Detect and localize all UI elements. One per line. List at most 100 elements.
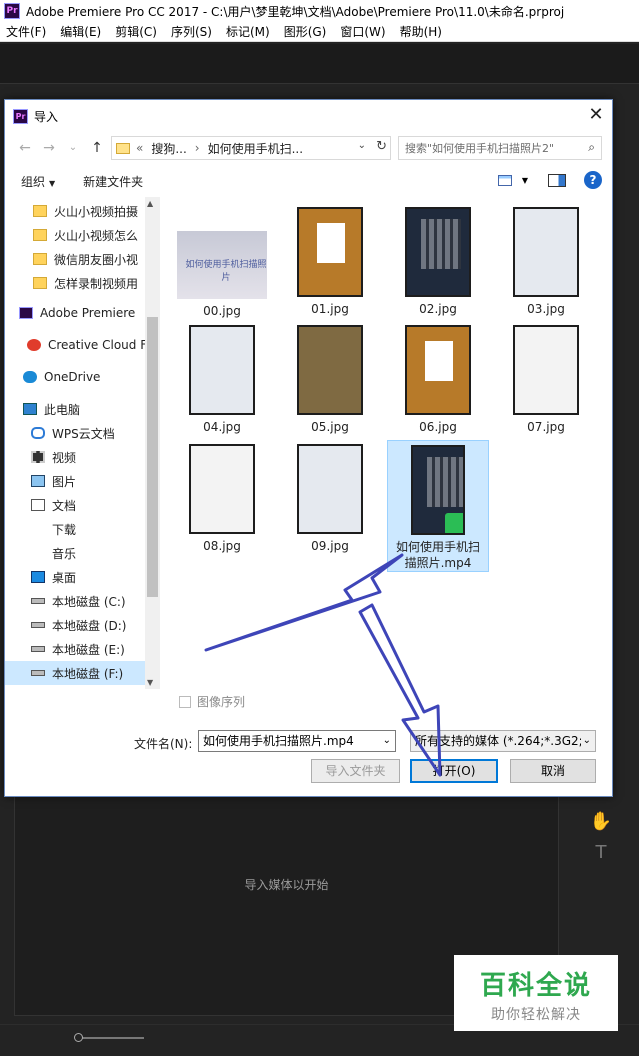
forward-arrow-icon[interactable]: → bbox=[37, 136, 61, 160]
image-sequence-option: 图像序列 bbox=[179, 693, 245, 710]
file-name: 08.jpg bbox=[203, 539, 241, 553]
file-item[interactable]: 如何使用手机扫描照片.mp4 bbox=[387, 440, 489, 572]
pictures-folder-icon bbox=[31, 475, 45, 487]
sidebar-item[interactable]: 音乐 bbox=[5, 541, 145, 565]
back-arrow-icon[interactable]: ← bbox=[13, 136, 37, 160]
file-item[interactable]: 01.jpg bbox=[279, 207, 381, 317]
zoom-slider-track[interactable] bbox=[76, 1037, 144, 1039]
premiere-icon bbox=[19, 307, 33, 319]
caret-down-icon: ▼ bbox=[49, 178, 56, 188]
sidebar-item[interactable]: Creative Cloud F bbox=[5, 333, 145, 357]
drive-icon bbox=[31, 622, 45, 628]
menu-clip[interactable]: 剪辑(C) bbox=[115, 23, 157, 40]
filetype-select[interactable]: 所有支持的媒体 (*.264;*.3G2;* ⌄ bbox=[410, 730, 596, 752]
dialog-toolbar: 组织 ▼ 新建文件夹 ▼ ? bbox=[5, 167, 612, 195]
sidebar-item-label: 图片 bbox=[52, 474, 77, 489]
file-item[interactable]: 07.jpg bbox=[495, 325, 597, 435]
sidebar-item[interactable]: 怎样录制视频用 bbox=[5, 271, 145, 295]
sidebar-item-label: OneDrive bbox=[44, 370, 101, 384]
file-grid: 如何使用手机扫描照片 00.jpg 01.jpg 02.jpg 03.jpg 04.jpg… bbox=[161, 197, 612, 689]
file-item[interactable]: 06.jpg bbox=[387, 325, 489, 435]
search-placeholder: 搜索"如何使用手机扫描照片2" bbox=[405, 142, 555, 155]
file-name: 03.jpg bbox=[527, 302, 565, 316]
sidebar-item-label: 下载 bbox=[52, 522, 77, 537]
sidebar-item[interactable]: 本地磁盘 (C:) bbox=[5, 589, 145, 613]
sidebar-item[interactable]: 文档 bbox=[5, 493, 145, 517]
file-thumbnail bbox=[297, 207, 363, 297]
file-item[interactable]: 08.jpg bbox=[171, 444, 273, 554]
menu-window[interactable]: 窗口(W) bbox=[340, 23, 385, 40]
sidebar-item-label: 怎样录制视频用 bbox=[54, 276, 139, 291]
sidebar-item[interactable]: 视频 bbox=[5, 445, 145, 469]
navigation-scrollbar[interactable]: ▲ ▼ bbox=[145, 197, 160, 689]
organize-button[interactable]: 组织 ▼ bbox=[21, 173, 55, 190]
caret-down-icon[interactable]: ▼ bbox=[522, 176, 528, 185]
up-arrow-icon[interactable]: ↑ bbox=[85, 136, 109, 160]
menu-file[interactable]: 文件(F) bbox=[6, 23, 46, 40]
menu-sequence[interactable]: 序列(S) bbox=[171, 23, 212, 40]
menu-graphics[interactable]: 图形(G) bbox=[284, 23, 327, 40]
new-folder-button[interactable]: 新建文件夹 bbox=[83, 173, 143, 190]
menu-help[interactable]: 帮助(H) bbox=[400, 23, 442, 40]
scroll-down-icon[interactable]: ▼ bbox=[147, 678, 153, 687]
search-icon[interactable]: ⌕ bbox=[588, 140, 595, 155]
search-input[interactable]: 搜索"如何使用手机扫描照片2" ⌕ bbox=[398, 136, 602, 160]
sidebar-item[interactable]: OneDrive bbox=[5, 365, 145, 389]
sidebar-item[interactable]: 桌面 bbox=[5, 565, 145, 589]
documents-folder-icon bbox=[31, 499, 45, 511]
sidebar-item[interactable]: 微信朋友圈小视 bbox=[5, 247, 145, 271]
navigation-pane: 火山小视频拍摄 火山小视频怎么微信朋友圈小视 怎样录制视频用 Adobe Premie… bbox=[5, 197, 159, 689]
navigation-bar: ← → ⌄ ↑ « 搜狗... › 如何使用手机扫... ⌄ ↻ 搜索"如何使用… bbox=[5, 133, 612, 163]
filename-field[interactable]: 如何使用手机扫描照片.mp4 ⌄ bbox=[198, 730, 396, 752]
watermark: 百科全说 助你轻松解决 bbox=[454, 955, 618, 1031]
file-item[interactable]: 05.jpg bbox=[279, 325, 381, 435]
watermark-subtitle: 助你轻松解决 bbox=[491, 1007, 581, 1023]
refresh-icon[interactable]: ↻ bbox=[376, 139, 387, 154]
filename-value: 如何使用手机扫描照片.mp4 bbox=[203, 734, 354, 748]
sidebar-item[interactable]: WPS云文档 bbox=[5, 421, 145, 445]
sidebar-item[interactable]: 下载 bbox=[5, 517, 145, 541]
drive-icon bbox=[31, 598, 45, 604]
sidebar-item[interactable]: 图片 bbox=[5, 469, 145, 493]
hand-tool-icon[interactable]: ✋ bbox=[586, 811, 616, 832]
change-view-icon[interactable] bbox=[497, 174, 512, 186]
chevron-down-icon[interactable]: ⌄ bbox=[61, 136, 85, 160]
sidebar-item[interactable]: 本地磁盘 (F:) bbox=[5, 661, 145, 685]
menu-edit[interactable]: 编辑(E) bbox=[60, 23, 101, 40]
breadcrumb-separator[interactable]: › bbox=[195, 141, 200, 155]
zoom-slider-handle[interactable] bbox=[74, 1033, 83, 1042]
sidebar-item[interactable]: Adobe Premiere bbox=[5, 301, 145, 325]
open-button[interactable]: 打开(O) bbox=[410, 759, 498, 783]
scrollbar-thumb[interactable] bbox=[147, 317, 158, 597]
address-bar[interactable]: « 搜狗... › 如何使用手机扫... ⌄ ↻ bbox=[111, 136, 391, 160]
help-icon[interactable]: ? bbox=[584, 171, 602, 189]
address-overflow[interactable]: « bbox=[136, 141, 143, 155]
chevron-down-icon[interactable]: ⌄ bbox=[383, 731, 391, 751]
file-item[interactable]: 02.jpg bbox=[387, 207, 489, 317]
scroll-up-icon[interactable]: ▲ bbox=[147, 199, 153, 208]
cancel-button[interactable]: 取消 bbox=[510, 759, 596, 783]
sidebar-item[interactable]: 本地磁盘 (D:) bbox=[5, 613, 145, 637]
sidebar-item[interactable]: 火山小视频拍摄 bbox=[5, 199, 145, 223]
sidebar-item[interactable]: 火山小视频怎么 bbox=[5, 223, 145, 247]
file-item[interactable]: 09.jpg bbox=[279, 444, 381, 554]
close-icon[interactable]: ✕ bbox=[586, 106, 606, 126]
sidebar-item-label: 本地磁盘 (E:) bbox=[52, 642, 125, 657]
menu-markers[interactable]: 标记(M) bbox=[226, 23, 270, 40]
sidebar-item-label: 微信朋友圈小视 bbox=[54, 252, 139, 267]
file-item[interactable]: 如何使用手机扫描照片 00.jpg bbox=[171, 207, 273, 319]
file-item[interactable]: 04.jpg bbox=[171, 325, 273, 435]
image-sequence-label: 图像序列 bbox=[197, 695, 246, 709]
sidebar-item[interactable]: 此电脑 bbox=[5, 397, 145, 421]
chevron-down-icon[interactable]: ⌄ bbox=[358, 140, 366, 151]
image-sequence-checkbox[interactable] bbox=[179, 695, 191, 708]
import-folder-button[interactable]: 导入文件夹 bbox=[311, 759, 400, 783]
file-item[interactable]: 03.jpg bbox=[495, 207, 597, 317]
sidebar-item[interactable]: 本地磁盘 (E:) bbox=[5, 637, 145, 661]
breadcrumb-segment[interactable]: 如何使用手机扫... bbox=[208, 140, 303, 157]
chevron-down-icon[interactable]: ⌄ bbox=[580, 731, 591, 751]
preview-pane-icon[interactable] bbox=[548, 173, 566, 187]
breadcrumb-segment[interactable]: 搜狗... bbox=[151, 140, 186, 157]
type-tool-icon[interactable]: T bbox=[586, 842, 616, 863]
sidebar-item-label: Adobe Premiere bbox=[40, 306, 136, 320]
